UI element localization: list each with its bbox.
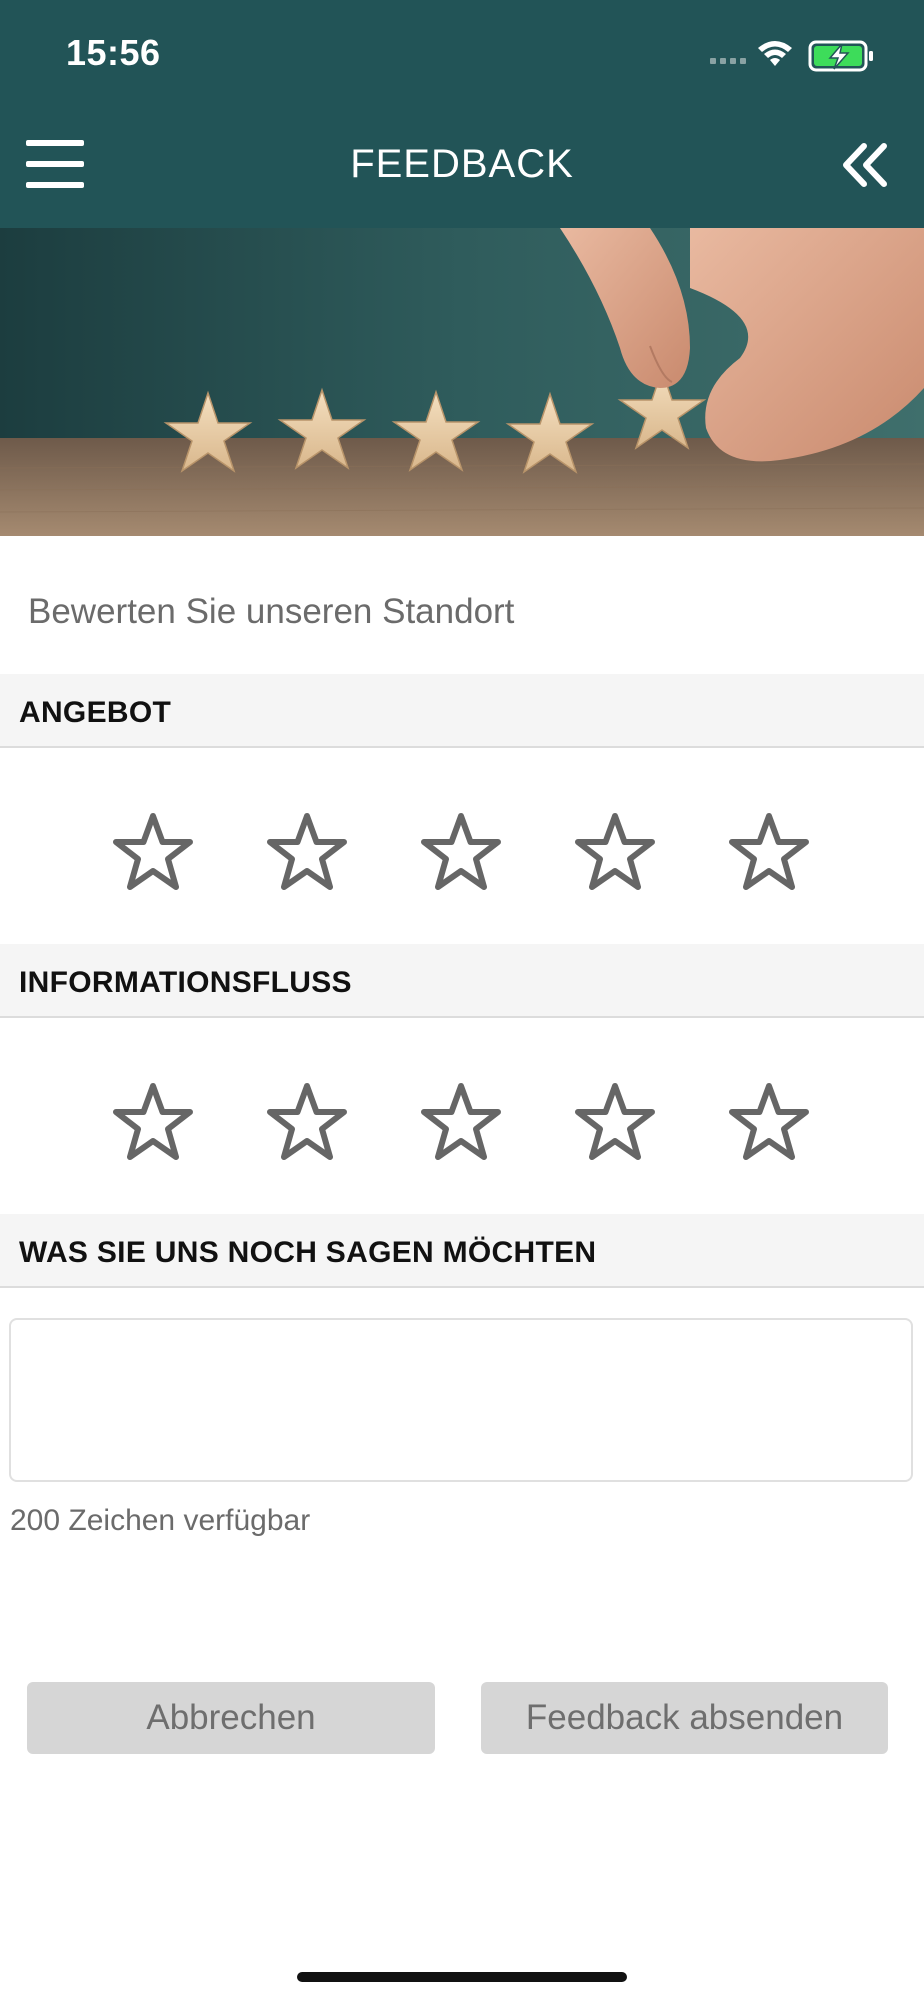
feedback-screen: 15:56 FEEDBACK Bewerten Sie unseren Stan… (0, 0, 924, 2000)
star-icon[interactable] (727, 810, 811, 894)
rating-informationsfluss (0, 1080, 924, 1164)
battery-charging-icon (808, 40, 873, 72)
status-time: 15:56 (66, 32, 161, 73)
hero-image (0, 228, 924, 536)
section-title: WAS SIE UNS NOCH SAGEN MÖCHTEN (19, 1236, 597, 1269)
status-icons (710, 40, 873, 72)
star-icon[interactable] (419, 1080, 503, 1164)
page-title: FEEDBACK (350, 142, 574, 186)
signal-icon (710, 58, 746, 64)
section-title: INFORMATIONSFLUSS (19, 966, 352, 999)
star-icon[interactable] (265, 810, 349, 894)
star-icon[interactable] (111, 1080, 195, 1164)
star-icon[interactable] (419, 810, 503, 894)
intro-text: Bewerten Sie unseren Standort (28, 592, 515, 631)
star-icon[interactable] (111, 810, 195, 894)
app-header: 15:56 FEEDBACK (0, 0, 924, 228)
comment-field[interactable] (9, 1318, 913, 1482)
section-header-informationsfluss: INFORMATIONSFLUSS (0, 944, 924, 1018)
double-chevron-left-icon (843, 143, 887, 187)
character-counter: 200 Zeichen verfügbar (10, 1504, 311, 1537)
section-header-comment: WAS SIE UNS NOCH SAGEN MÖCHTEN (0, 1214, 924, 1288)
submit-feedback-button[interactable]: Feedback absenden (481, 1682, 888, 1754)
back-button[interactable] (840, 140, 890, 190)
section-title: ANGEBOT (19, 696, 172, 729)
cancel-button[interactable]: Abbrechen (27, 1682, 435, 1754)
section-header-angebot: ANGEBOT (0, 674, 924, 748)
star-icon[interactable] (573, 810, 657, 894)
star-icon[interactable] (573, 1080, 657, 1164)
home-indicator (297, 1972, 627, 1982)
star-icon[interactable] (265, 1080, 349, 1164)
star-icon[interactable] (727, 1080, 811, 1164)
rating-angebot (0, 810, 924, 894)
wifi-icon (758, 41, 792, 66)
